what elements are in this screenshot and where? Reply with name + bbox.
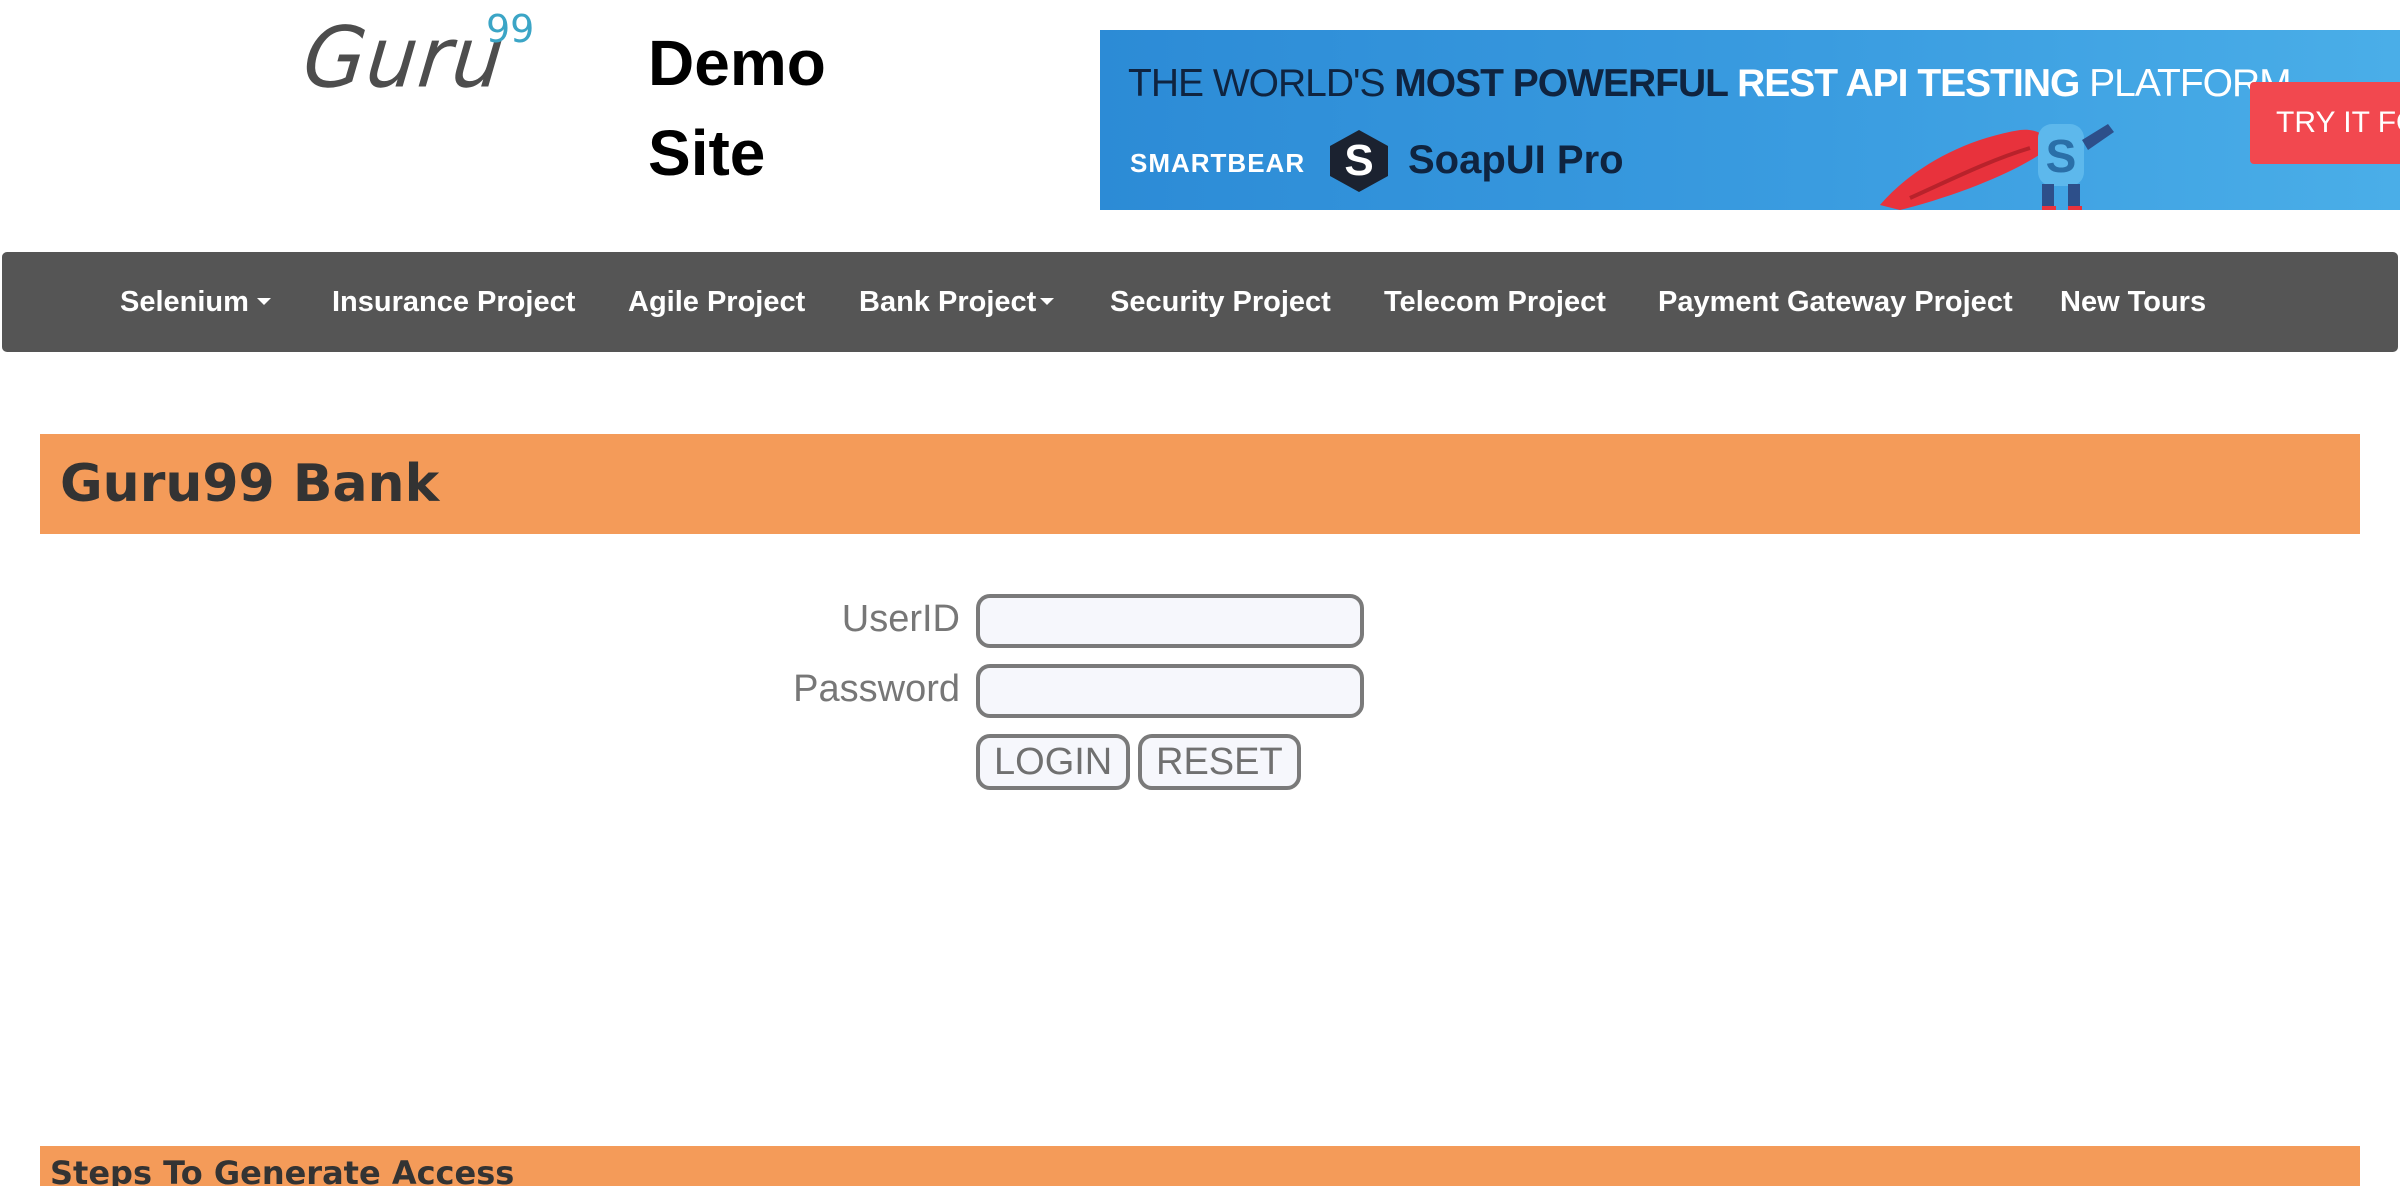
ad-try-it-button[interactable]: TRY IT FO	[2250, 82, 2400, 164]
ad-product-name: SoapUI Pro	[1408, 138, 1624, 182]
nav-item-label: Selenium	[120, 286, 249, 318]
site-title: Demo Site	[648, 18, 878, 198]
nav-item-telecom-project[interactable]: Telecom Project	[1384, 252, 1606, 352]
guru99-logo[interactable]: Guru 99	[298, 7, 540, 108]
nav-item-security-project[interactable]: Security Project	[1110, 252, 1331, 352]
ad-headline-part2: MOST POWERFUL	[1394, 62, 1738, 105]
login-button[interactable]: LOGIN	[976, 734, 1131, 790]
bank-header-bar: Guru99 Bank	[40, 434, 2360, 534]
main-navbar: Selenium Insurance Project Agile Project…	[2, 252, 2398, 352]
ad-banner[interactable]: THE WORLD'S MOST POWERFUL REST API TESTI…	[1100, 30, 2400, 210]
password-label: Password	[793, 668, 960, 710]
steps-header-bar: Steps To Generate Access	[40, 1146, 2360, 1186]
site-title-line1: Demo	[648, 27, 826, 99]
page: Guru 99 Demo Site THE WORLD'S MOST POWER…	[0, 0, 2400, 1186]
steps-title: Steps To Generate Access	[50, 1154, 515, 1186]
svg-text:S: S	[1344, 136, 1373, 185]
nav-item-label: Insurance Project	[332, 286, 576, 318]
logo-superscript: 99	[486, 7, 535, 51]
caret-down-icon	[256, 298, 271, 306]
nav-item-label: Payment Gateway Project	[1658, 286, 2013, 318]
ad-brand-name: SMARTBEAR	[1130, 148, 1306, 178]
site-title-line2: Site	[648, 117, 766, 189]
svg-text:S: S	[2046, 130, 2077, 182]
nav-item-label: Security Project	[1110, 286, 1331, 318]
ad-headline: THE WORLD'S MOST POWERFUL REST API TESTI…	[1128, 62, 2292, 106]
superhero-mascot-icon: S	[1880, 124, 2114, 210]
nav-item-label: Bank Project	[859, 286, 1037, 318]
ad-headline-part3: REST API TESTING	[1737, 62, 2090, 105]
nav-item-insurance-project[interactable]: Insurance Project	[332, 252, 575, 352]
nav-item-label: New Tours	[2060, 286, 2207, 318]
nav-item-label: Telecom Project	[1384, 286, 1606, 318]
page-title: Guru99 Bank	[60, 454, 440, 514]
nav-item-new-tours[interactable]: New Tours	[2060, 252, 2206, 352]
logo-wordmark: Guru	[298, 8, 510, 107]
ad-headline-part1: THE WORLD'S	[1128, 62, 1395, 105]
nav-item-agile-project[interactable]: Agile Project	[628, 252, 805, 352]
userid-label: UserID	[841, 598, 960, 640]
nav-item-selenium[interactable]: Selenium	[120, 252, 271, 352]
nav-item-bank-project[interactable]: Bank Project	[859, 252, 1055, 352]
caret-down-icon	[1040, 298, 1055, 306]
nav-item-label: Agile Project	[628, 286, 806, 318]
reset-button[interactable]: RESET	[1138, 734, 1301, 790]
nav-item-payment-gateway-project[interactable]: Payment Gateway Project	[1658, 252, 2013, 352]
userid-input[interactable]	[976, 594, 1364, 648]
soapui-s-logo-icon: S	[1330, 130, 1388, 192]
password-input[interactable]	[976, 664, 1364, 718]
